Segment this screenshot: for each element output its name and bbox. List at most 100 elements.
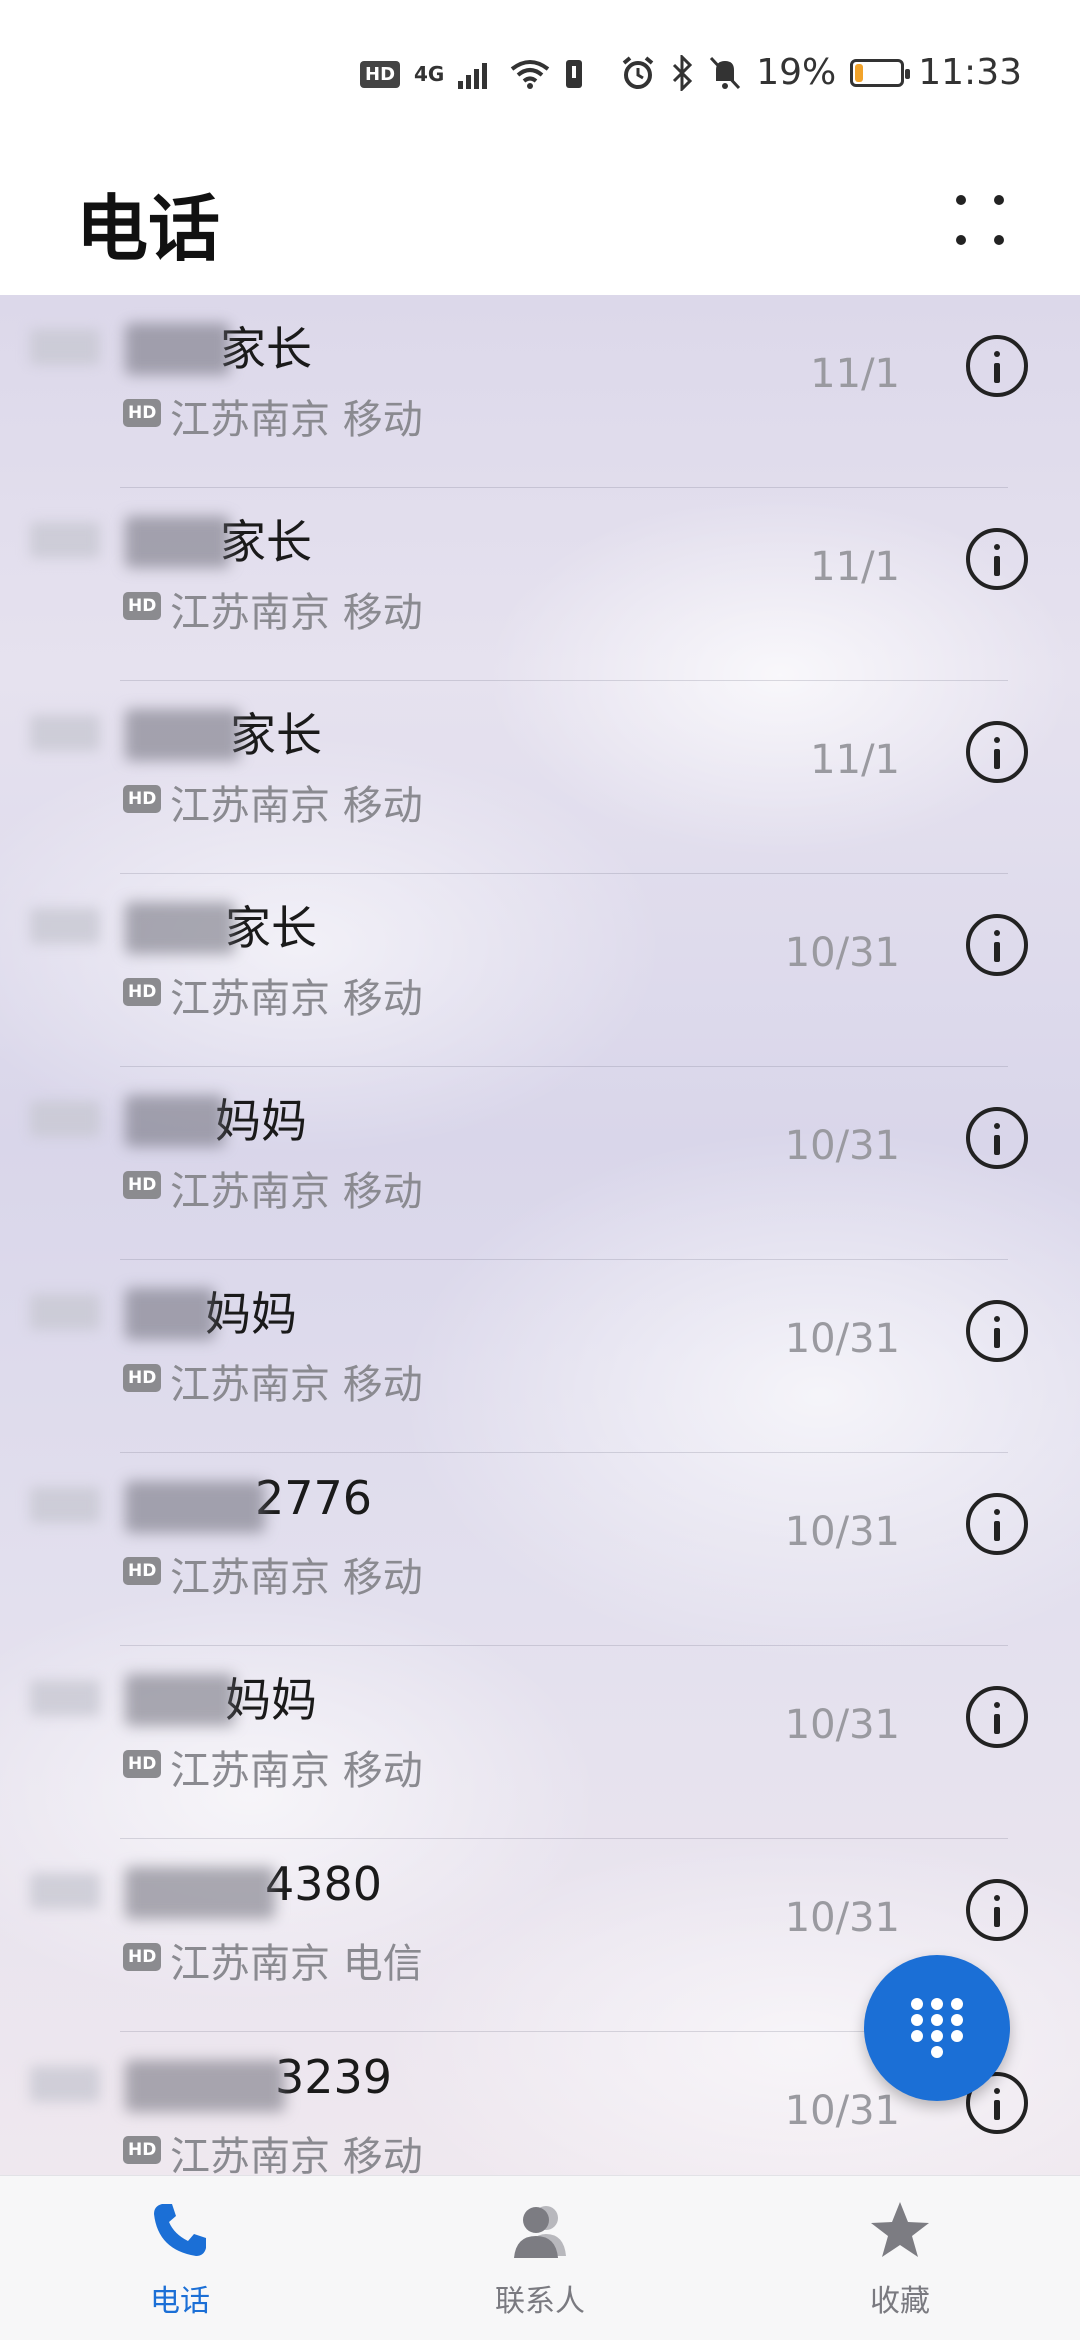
caller-name-text: 家长	[230, 708, 322, 762]
tab-favorites-label: 收藏	[870, 2284, 930, 2319]
call-details-info-icon[interactable]	[966, 1686, 1028, 1748]
caller-location: 江苏南京 移动	[170, 1169, 423, 1215]
call-log-row[interactable]: 妈妈 HD 江苏南京 移动 10/31	[0, 1067, 1080, 1260]
redacted-avatar	[30, 2066, 100, 2102]
call-log-row[interactable]: 家长 HD 江苏南京 移动 10/31	[0, 874, 1080, 1067]
alarm-icon	[622, 55, 654, 89]
hd-call-badge: HD	[123, 399, 162, 427]
call-date: 10/31	[784, 1702, 900, 1748]
call-date: 10/31	[784, 1123, 900, 1169]
redaction-blur	[125, 323, 230, 375]
phone-icon	[154, 2204, 206, 2256]
redacted-avatar	[30, 1294, 100, 1330]
redaction-blur	[125, 1867, 275, 1919]
app-header: 电话	[0, 150, 1080, 295]
signal-icon	[458, 63, 488, 89]
redaction-blur	[125, 516, 230, 568]
mute-bell-icon	[710, 56, 741, 89]
battery-level	[855, 63, 864, 82]
caller-location: 江苏南京 电信	[170, 1941, 423, 1987]
call-log-row[interactable]: 妈妈 HD 江苏南京 移动 10/31	[0, 1646, 1080, 1839]
call-log-row[interactable]: 家长 HD 江苏南京 移动 11/1	[0, 681, 1080, 874]
call-date: 10/31	[784, 1509, 900, 1555]
redacted-avatar	[30, 329, 100, 365]
status-left: HD 4G	[360, 58, 584, 90]
more-dot-icon	[994, 235, 1004, 245]
caller-name-text: 家长	[225, 901, 317, 955]
call-details-info-icon[interactable]	[966, 914, 1028, 976]
call-details-info-icon[interactable]	[966, 1879, 1028, 1941]
call-date: 10/31	[784, 1316, 900, 1362]
hd-call-badge: HD	[123, 1557, 162, 1585]
call-log-row[interactable]: 妈妈 HD 江苏南京 移动 10/31	[0, 1260, 1080, 1453]
redacted-avatar	[30, 522, 100, 558]
call-date: 10/31	[784, 2088, 900, 2134]
caller-name-text: 家长	[220, 515, 312, 569]
hd-voice-icon: HD	[360, 60, 401, 88]
hd-call-badge: HD	[123, 1943, 162, 1971]
bluetooth-icon	[673, 54, 693, 91]
hd-call-badge: HD	[123, 592, 162, 620]
caller-name-text: 妈妈	[205, 1287, 297, 1341]
caller-location: 江苏南京 移动	[170, 1555, 423, 1601]
more-dot-icon	[956, 235, 966, 245]
hd-call-badge: HD	[123, 785, 162, 813]
caller-name-text: 4380	[265, 1857, 383, 1911]
battery-icon	[850, 58, 911, 87]
hd-call-badge: HD	[123, 1171, 162, 1199]
caller-location: 江苏南京 移动	[170, 590, 423, 636]
call-details-info-icon[interactable]	[966, 1493, 1028, 1555]
call-log-row[interactable]: 家长 HD 江苏南京 移动 11/1	[0, 295, 1080, 488]
redacted-avatar	[30, 1873, 100, 1909]
star-icon	[871, 2202, 929, 2257]
call-details-info-icon[interactable]	[966, 335, 1028, 397]
tab-contacts-label: 联系人	[495, 2284, 585, 2319]
status-right: 19% 11:33	[620, 52, 1022, 93]
call-details-info-icon[interactable]	[966, 1107, 1028, 1169]
sim-icon	[566, 60, 583, 88]
redacted-avatar	[30, 1680, 100, 1716]
redacted-avatar	[30, 908, 100, 944]
redaction-blur	[125, 2060, 285, 2112]
status-bar: HD 4G 19% 11:33	[0, 0, 1080, 150]
caller-location: 江苏南京 移动	[170, 397, 423, 443]
redaction-blur	[125, 902, 235, 954]
call-date: 11/1	[810, 351, 900, 397]
dialpad-icon	[911, 1998, 963, 2058]
hd-call-badge: HD	[123, 978, 162, 1006]
caller-location: 江苏南京 移动	[170, 976, 423, 1022]
bottom-navigation: 电话 联系人 收藏	[0, 2175, 1080, 2340]
call-date: 11/1	[810, 544, 900, 590]
redaction-blur	[125, 709, 240, 761]
redaction-blur	[125, 1674, 235, 1726]
tab-favorites[interactable]: 收藏	[800, 2198, 1000, 2328]
call-log-row[interactable]: 家长 HD 江苏南京 移动 11/1	[0, 488, 1080, 681]
caller-name-text: 妈妈	[215, 1094, 307, 1148]
tab-contacts[interactable]: 联系人	[440, 2198, 640, 2328]
caller-name-text: 妈妈	[225, 1673, 317, 1727]
call-details-info-icon[interactable]	[966, 1300, 1028, 1362]
caller-name-text: 2776	[255, 1471, 373, 1525]
redacted-avatar	[30, 715, 100, 751]
call-details-info-icon[interactable]	[966, 528, 1028, 590]
redaction-blur	[125, 1481, 265, 1533]
call-date: 10/31	[784, 1895, 900, 1941]
wifi-icon	[511, 60, 550, 89]
dialpad-button[interactable]	[864, 1955, 1010, 2101]
contacts-icon	[514, 2206, 566, 2258]
tab-phone[interactable]: 电话	[80, 2198, 280, 2328]
caller-location: 江苏南京 移动	[170, 1362, 423, 1408]
redacted-avatar	[30, 1101, 100, 1137]
caller-location: 江苏南京 移动	[170, 1748, 423, 1794]
call-details-info-icon[interactable]	[966, 721, 1028, 783]
hd-call-badge: HD	[123, 1750, 162, 1778]
caller-name-text: 家长	[220, 322, 312, 376]
battery-percent: 19%	[756, 52, 837, 93]
call-log-list[interactable]: 家长 HD 江苏南京 移动 11/1 家长 HD 江苏南京 移动 11/1 家长 HD 江苏南京 移…	[0, 295, 1080, 2175]
call-log-row[interactable]: 2776 HD 江苏南京 移动 10/31	[0, 1453, 1080, 1646]
more-dot-icon	[956, 195, 966, 205]
hd-call-badge: HD	[123, 1364, 162, 1392]
clock: 11:33	[918, 52, 1022, 93]
more-options-button[interactable]	[946, 185, 1016, 255]
page-title: 电话	[76, 187, 221, 271]
